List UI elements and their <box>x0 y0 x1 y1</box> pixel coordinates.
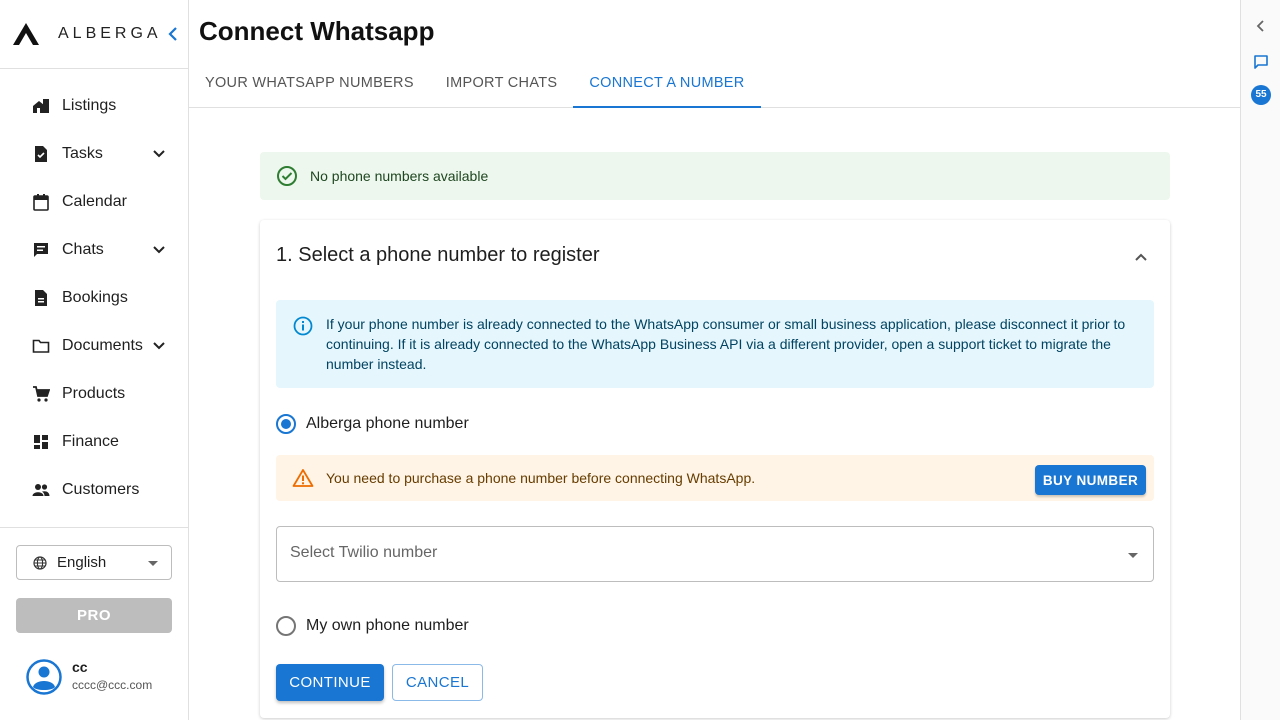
check-circle-icon <box>277 166 297 186</box>
sidebar-item-listings[interactable]: Listings <box>0 82 188 130</box>
document-icon <box>32 289 50 307</box>
tab-import-chats[interactable]: IMPORT CHATS <box>430 58 574 107</box>
language-select[interactable]: English <box>16 545 172 580</box>
sidebar-item-label: Bookings <box>62 289 128 306</box>
chevron-down-icon[interactable] <box>150 337 168 355</box>
collapse-sidebar-icon[interactable] <box>164 24 182 44</box>
twilio-number-select[interactable]: Select Twilio number <box>276 526 1154 582</box>
sidebar-item-products[interactable]: Products <box>0 370 188 418</box>
user-profile[interactable]: cc cccc@ccc.com <box>26 659 152 695</box>
step-title: 1. Select a phone number to register <box>276 244 600 266</box>
avatar <box>26 659 62 695</box>
success-alert: No phone numbers available <box>260 152 1170 200</box>
tab-bar: YOUR WHATSAPP NUMBERS IMPORT CHATS CONNE… <box>189 58 1240 108</box>
calendar-icon <box>32 193 50 211</box>
alberga-number-option[interactable]: Alberga phone number <box>276 414 469 434</box>
sidebar-footer: English PRO cc cccc@ccc.com <box>0 527 189 720</box>
own-number-label: My own phone number <box>306 617 469 634</box>
warning-alert-text: You need to purchase a phone number befo… <box>326 470 756 486</box>
chevron-down-icon[interactable] <box>150 145 168 163</box>
dropdown-arrow-icon <box>1128 553 1138 558</box>
chat-icon <box>32 241 50 259</box>
sidebar-item-label: Listings <box>62 97 117 114</box>
sidebar-item-label: Finance <box>62 433 119 450</box>
buy-number-button[interactable]: BUY NUMBER <box>1035 465 1146 495</box>
sidebar-item-customers[interactable]: Customers <box>0 466 188 514</box>
alberga-logo-icon[interactable] <box>12 22 40 46</box>
dropdown-arrow-icon <box>148 561 158 566</box>
own-number-radio[interactable] <box>276 616 296 636</box>
sidebar-item-chats[interactable]: Chats <box>0 226 188 274</box>
alberga-number-radio[interactable] <box>276 414 296 434</box>
sidebar-item-bookings[interactable]: Bookings <box>0 274 188 322</box>
user-email: cccc@ccc.com <box>72 678 153 692</box>
chevron-down-icon[interactable] <box>150 241 168 259</box>
warning-icon <box>292 469 314 487</box>
sidebar-item-calendar[interactable]: Calendar <box>0 178 188 226</box>
home-work-icon <box>32 97 50 115</box>
info-alert-text: If your phone number is already connecte… <box>326 316 1126 372</box>
continue-button[interactable]: CONTINUE <box>276 664 384 701</box>
main-content: Connect Whatsapp YOUR WHATSAPP NUMBERS I… <box>189 0 1240 720</box>
tab-connect-a-number[interactable]: CONNECT A NUMBER <box>573 58 761 108</box>
brand-name: ALBERGA <box>58 25 162 42</box>
page-title: Connect Whatsapp <box>199 16 435 46</box>
twilio-number-placeholder: Select Twilio number <box>290 544 438 561</box>
sidebar-item-label: Tasks <box>62 145 103 162</box>
chat-bubble-icon[interactable] <box>1253 54 1269 70</box>
right-rail: 55 <box>1240 0 1280 720</box>
notification-count-badge[interactable]: 55 <box>1251 85 1271 105</box>
alberga-number-label: Alberga phone number <box>306 415 469 432</box>
cancel-button[interactable]: CANCEL <box>392 664 483 701</box>
info-alert: If your phone number is already connecte… <box>276 300 1154 388</box>
folder-icon <box>32 337 50 355</box>
step-card: 1. Select a phone number to register If … <box>260 220 1170 718</box>
task-icon <box>32 145 50 163</box>
sidebar-item-label: Customers <box>62 481 140 498</box>
brand-header: ALBERGA <box>0 0 188 69</box>
sidebar-item-label: Documents <box>62 337 143 354</box>
chevron-left-icon[interactable] <box>1254 18 1268 34</box>
sidebar-item-documents[interactable]: Documents <box>0 322 188 370</box>
sidebar-item-tasks[interactable]: Tasks <box>0 130 188 178</box>
warning-alert: You need to purchase a phone number befo… <box>276 455 1154 501</box>
info-icon <box>293 316 313 336</box>
sidebar: ALBERGA Listings Tasks Calendar Chats Bo… <box>0 0 189 720</box>
user-name: cc <box>72 659 88 675</box>
sidebar-item-label: Calendar <box>62 193 127 210</box>
people-icon <box>32 481 50 499</box>
tab-your-whatsapp-numbers[interactable]: YOUR WHATSAPP NUMBERS <box>189 58 430 107</box>
globe-icon <box>33 555 47 570</box>
sidebar-item-label: Products <box>62 385 126 402</box>
language-value: English <box>57 554 107 571</box>
sidebar-nav: Listings Tasks Calendar Chats Bookings D… <box>0 69 188 514</box>
pro-button[interactable]: PRO <box>16 598 172 633</box>
cart-icon <box>32 385 50 403</box>
chevron-up-icon[interactable] <box>1130 246 1152 268</box>
sidebar-item-label: Chats <box>62 241 104 258</box>
own-number-option[interactable]: My own phone number <box>276 616 469 636</box>
sidebar-item-finance[interactable]: Finance <box>0 418 188 466</box>
success-alert-text: No phone numbers available <box>310 168 489 184</box>
dashboard-icon <box>32 433 50 451</box>
